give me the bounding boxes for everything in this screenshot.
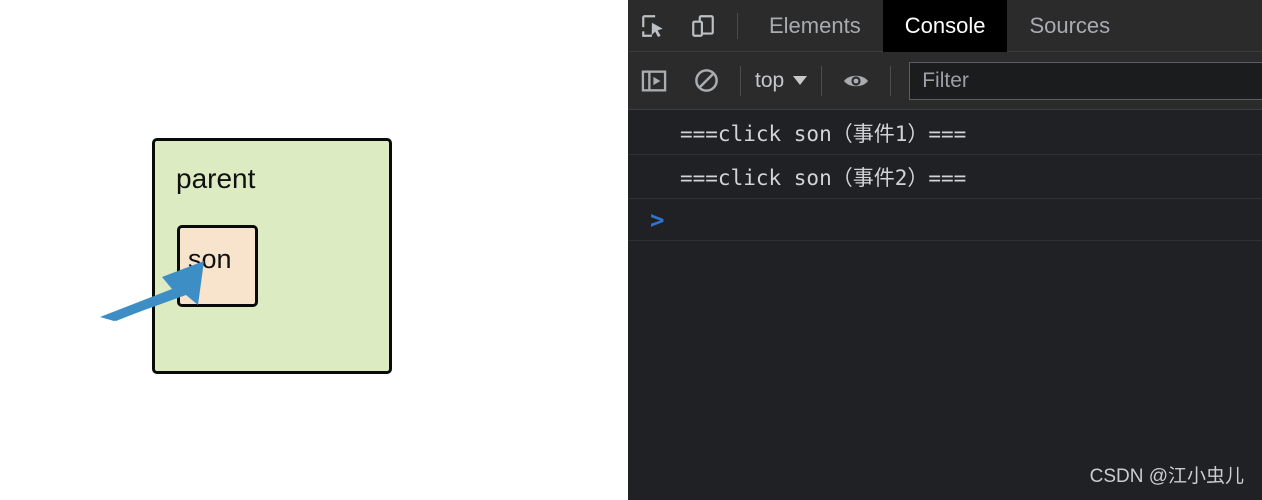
tab-elements[interactable]: Elements (747, 0, 883, 52)
watermark-text: CSDN @江小虫儿 (1089, 466, 1244, 487)
filter-placeholder: Filter (922, 68, 969, 92)
toolbar-divider-2 (821, 65, 823, 96)
tab-sources[interactable]: Sources (1007, 0, 1132, 52)
console-log-row[interactable]: ===click son（事件2）=== (628, 155, 1262, 199)
toolbar-divider-3 (890, 65, 892, 96)
prompt-chevron-icon: > (650, 205, 665, 234)
page-preview-area: parent son (0, 0, 628, 500)
console-prompt-row[interactable]: > (628, 199, 1262, 241)
inspect-element-icon[interactable] (628, 0, 678, 52)
execution-context-label: top (755, 68, 785, 92)
son-box-label: son (188, 244, 232, 274)
execution-context-select[interactable]: top (749, 69, 813, 93)
console-message-list: ===click son（事件1）=== ===click son（事件2）==… (628, 111, 1262, 500)
console-toolbar: top Filter (628, 52, 1262, 110)
toolbar-divider-1 (740, 65, 741, 96)
live-expression-eye-icon[interactable] (830, 52, 882, 110)
console-log-row[interactable]: ===click son（事件1）=== (628, 111, 1262, 155)
devtools-panel: Elements Console Sources top Filter ===c… (628, 0, 1262, 500)
inspect-cursor-icon (642, 14, 663, 37)
screenshot-root: parent son Elements Console Sources top … (0, 0, 1262, 500)
son-box[interactable]: son (177, 225, 258, 307)
filter-input[interactable]: Filter (909, 61, 1262, 100)
no-entry-icon (694, 69, 718, 92)
clear-console-icon[interactable] (680, 52, 732, 110)
sidebar-show-icon (641, 70, 667, 91)
devtools-tabbar: Elements Console Sources (628, 0, 1262, 52)
chevron-down-icon (793, 76, 808, 85)
parent-box[interactable]: parent son (152, 138, 392, 374)
eye-icon (844, 75, 869, 86)
phone-tablet-icon (692, 14, 714, 37)
console-sidebar-icon[interactable] (628, 52, 680, 110)
tabbar-divider (737, 12, 738, 39)
parent-box-label: parent (176, 163, 256, 194)
device-toolbar-icon[interactable] (678, 0, 728, 52)
tab-console[interactable]: Console (882, 0, 1008, 52)
